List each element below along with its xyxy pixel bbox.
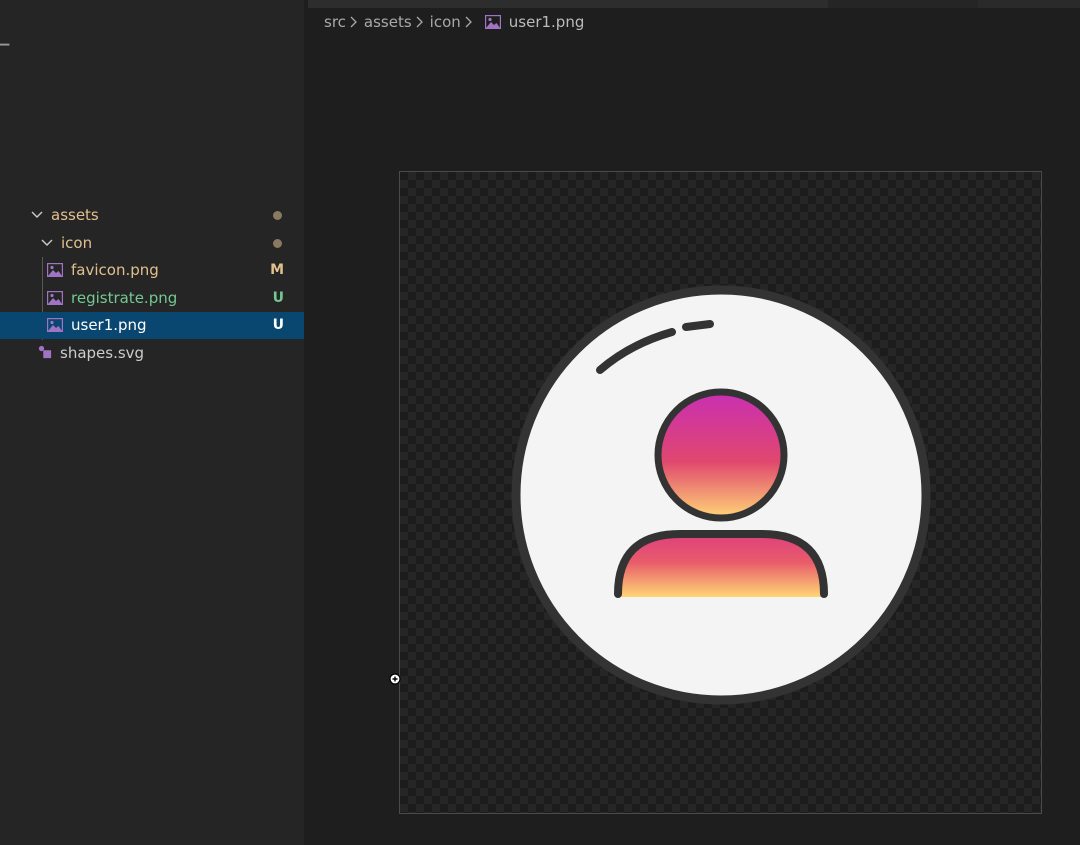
tree-row-label: assets xyxy=(51,206,99,224)
sidebar-top-panel: ▔ xyxy=(0,0,304,198)
tree-row-assets[interactable]: assets xyxy=(0,202,304,229)
chevron-right-icon xyxy=(350,16,357,28)
tab-strip-segment xyxy=(308,0,828,8)
tree-row-label: icon xyxy=(61,234,93,252)
breadcrumb-item-file[interactable]: user1.png xyxy=(509,10,585,34)
git-status-badge: U xyxy=(272,317,284,333)
image-file-icon xyxy=(47,318,63,332)
chevron-down-icon xyxy=(30,202,44,229)
image-preview[interactable] xyxy=(399,171,1042,814)
breadcrumb: src assets icon user1.png xyxy=(324,10,588,34)
chevron-down-icon xyxy=(40,230,54,257)
chevron-right-icon xyxy=(465,16,472,28)
tree-row-label: shapes.svg xyxy=(60,344,145,362)
user-avatar-icon xyxy=(511,285,931,705)
chevron-right-icon xyxy=(416,16,423,28)
modified-dot-icon xyxy=(273,239,282,248)
modified-dot-icon xyxy=(273,211,282,220)
breadcrumb-item-icon[interactable]: icon xyxy=(430,10,461,34)
tree-row-label: user1.png xyxy=(71,316,147,334)
explorer-sidebar: ▔ assets icon favicon.png M registrate.p… xyxy=(0,0,304,845)
breadcrumb-item-src[interactable]: src xyxy=(324,10,346,34)
git-status-badge: M xyxy=(270,262,284,278)
tree-row-user1[interactable]: user1.png U xyxy=(0,312,304,339)
tab-strip-segment xyxy=(978,0,1080,8)
tree-row-label: favicon.png xyxy=(71,261,159,279)
zoom-cursor-icon xyxy=(389,673,401,685)
breadcrumb-item-assets[interactable]: assets xyxy=(364,10,412,34)
tree-row-shapes[interactable]: shapes.svg xyxy=(0,340,304,367)
tree-row-registrate[interactable]: registrate.png U xyxy=(0,285,304,312)
editor-tab-strip xyxy=(308,0,1080,8)
image-file-icon xyxy=(47,263,63,277)
svg-file-icon xyxy=(38,345,52,359)
scroll-edge-marker: ▔ xyxy=(0,44,10,58)
tree-row-favicon[interactable]: favicon.png M xyxy=(0,257,304,284)
image-file-icon xyxy=(484,15,501,29)
image-file-icon xyxy=(47,291,63,305)
git-status-badge: U xyxy=(272,290,284,306)
tree-row-label: registrate.png xyxy=(71,289,178,307)
tree-row-icon[interactable]: icon xyxy=(0,230,304,257)
